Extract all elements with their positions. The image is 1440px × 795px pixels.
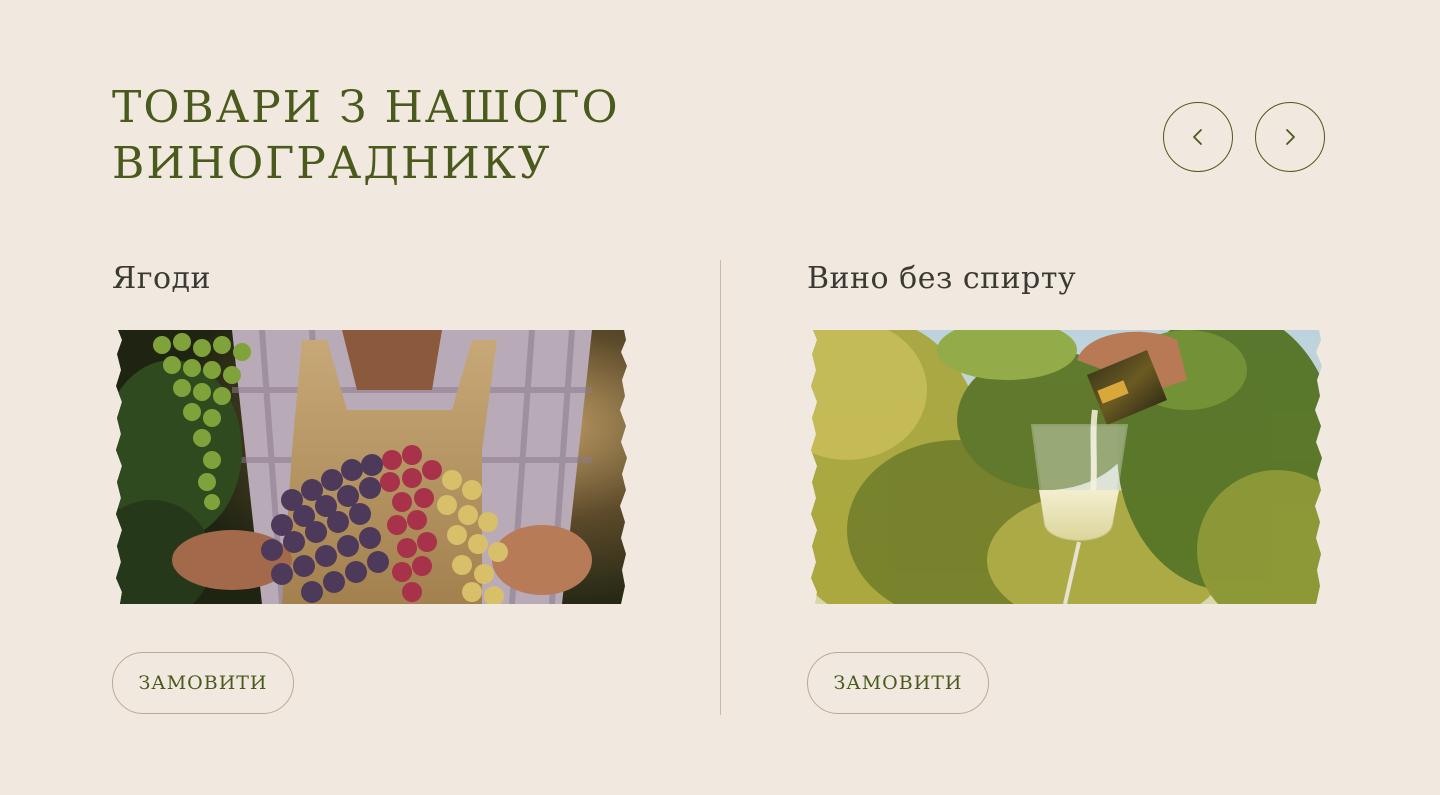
- carousel-next-button[interactable]: [1255, 102, 1325, 172]
- order-button[interactable]: ЗАМОВИТИ: [112, 652, 294, 714]
- wine-pouring-photo[interactable]: [807, 330, 1327, 604]
- product-card-berries: Ягоди ЗАМОВИТИ: [112, 258, 642, 714]
- divider: [720, 260, 721, 715]
- order-button[interactable]: ЗАМОВИТИ: [807, 652, 989, 714]
- section-title-line-1: ТОВАРИ З НАШОГО: [112, 82, 620, 133]
- grapes-harvest-photo[interactable]: [112, 330, 632, 604]
- section-title-line-2: ВИНОГРАДНИКУ: [112, 138, 552, 189]
- products-section: ТОВАРИ З НАШОГО ВИНОГРАДНИКУ Ягоди ЗАМОВ…: [0, 0, 1440, 795]
- product-name: Вино без спирту: [807, 261, 1077, 296]
- chevron-right-icon: [1286, 129, 1295, 145]
- carousel-prev-button[interactable]: [1163, 102, 1233, 172]
- chevron-left-icon: [1193, 129, 1202, 145]
- product-name: Ягоди: [112, 261, 211, 296]
- product-card-non-alcoholic-wine: Вино без спирту ЗАМОВИТИ: [807, 258, 1337, 714]
- section-title: ТОВАРИ З НАШОГО ВИНОГРАДНИКУ: [112, 80, 732, 192]
